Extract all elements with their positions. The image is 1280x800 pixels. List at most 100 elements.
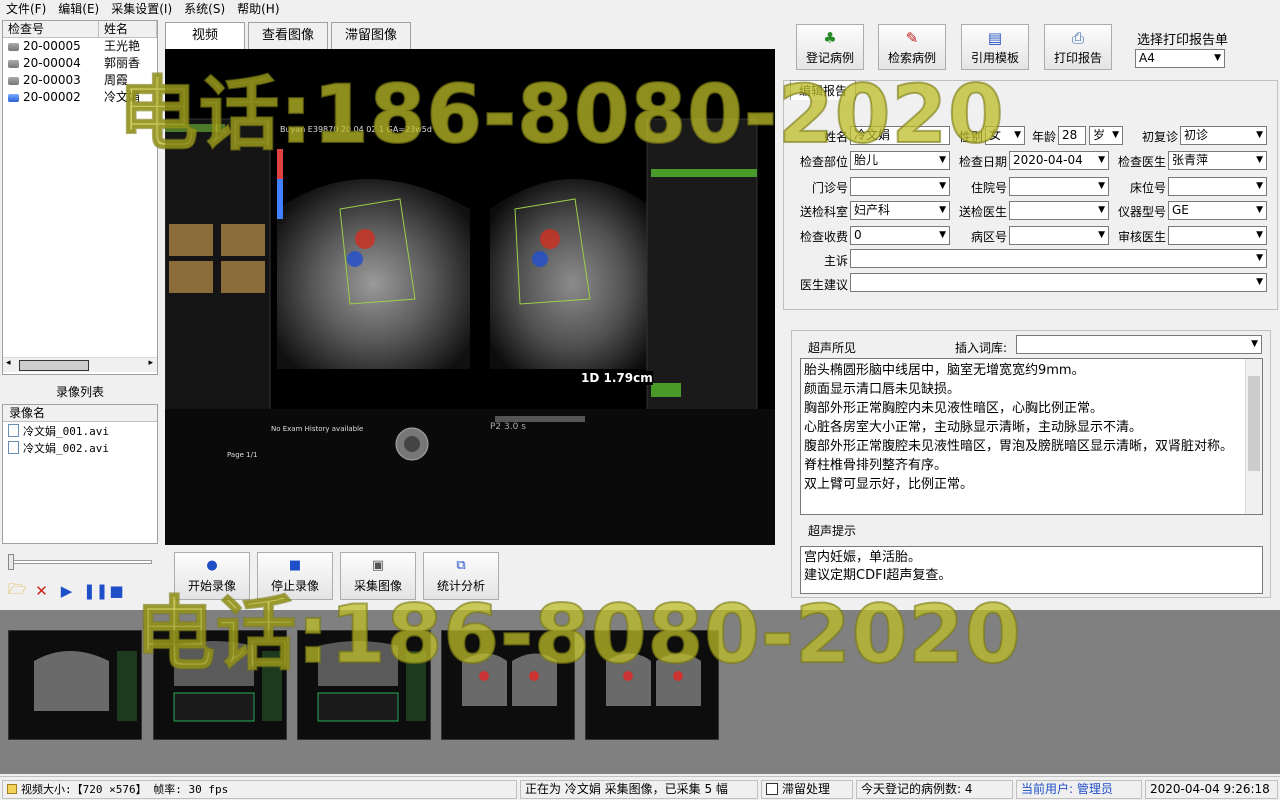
patient-row-selected[interactable]: 20-00002 冷文娟 — [3, 89, 157, 106]
chevron-down-icon: ▼ — [1098, 155, 1105, 165]
apply-template-button[interactable]: ▤ 引用模板 — [961, 24, 1029, 70]
statistics-button[interactable]: ⧉ 统计分析 — [423, 552, 499, 600]
stop-icon[interactable]: ■ — [108, 582, 125, 600]
insert-phrase-select[interactable]: ▼ — [1016, 335, 1262, 354]
patient-id: 20-00005 — [23, 39, 81, 53]
findings-scrollbar[interactable] — [1245, 359, 1262, 514]
statistics-label: 统计分析 — [436, 579, 485, 593]
play-icon[interactable]: ▶ — [58, 582, 75, 600]
patient-row[interactable]: 20-00003 周霞 — [3, 72, 157, 89]
delete-icon[interactable]: ✕ — [33, 582, 50, 600]
scroll-thumb[interactable] — [1248, 376, 1260, 471]
recording-list: 录像名 冷文娟_001.avi 冷文娟_002.avi — [2, 404, 158, 544]
stop-recording-button[interactable]: ■ 停止录像 — [257, 552, 333, 600]
scroll-thumb[interactable] — [19, 360, 89, 371]
menu-help[interactable]: 帮助(H) — [231, 0, 285, 17]
exam-doctor-select[interactable]: 张青萍 ▼ — [1168, 151, 1267, 170]
patient-row[interactable]: 20-00005 王光艳 — [3, 38, 157, 55]
playback-slider[interactable] — [8, 552, 152, 570]
gender-select[interactable]: 女 ▼ — [985, 126, 1025, 145]
age-unit-select[interactable]: 岁 ▼ — [1089, 126, 1123, 145]
start-recording-button[interactable]: ● 开始录像 — [174, 552, 250, 600]
visit-type-select[interactable]: 初诊 ▼ — [1180, 126, 1267, 145]
record-icon — [8, 76, 19, 85]
recording-list-header[interactable]: 录像名 — [3, 405, 157, 422]
slider-track — [8, 560, 152, 564]
diagnosis-hint-label: 超声提示 — [808, 524, 857, 538]
exam-history-note: No Exam History available — [271, 425, 364, 433]
file-icon — [8, 424, 19, 437]
ultrasound-frame: P2 3.0 s — [165, 49, 775, 545]
chevron-down-icon: ▼ — [1256, 253, 1263, 263]
fee-select[interactable]: 0 ▼ — [850, 226, 950, 245]
search-case-button[interactable]: ✎ 检索病例 — [878, 24, 946, 70]
diagnosis-hint-textarea[interactable]: 宫内妊娠，单活胎。 建议定期CDFI超声复查。 — [800, 546, 1263, 594]
chevron-down-icon: ▼ — [1256, 205, 1263, 215]
name-field[interactable]: 冷文娟 — [850, 126, 950, 145]
tab-edit-report[interactable]: 编辑报告 — [790, 80, 856, 100]
captured-thumbnail[interactable] — [585, 630, 719, 740]
print-report-button[interactable]: ⎙ 打印报告 — [1044, 24, 1112, 70]
menu-capture-settings[interactable]: 采集设置(I) — [105, 0, 178, 17]
captured-thumbnail[interactable] — [441, 630, 575, 740]
advice-select[interactable]: ▼ — [850, 273, 1267, 292]
captured-thumbnail[interactable] — [8, 630, 142, 740]
menu-file[interactable]: 文件(F) — [0, 0, 52, 17]
patient-row[interactable]: 20-00004 郭丽香 — [3, 55, 157, 72]
referring-doctor-label: 送检医生 — [958, 205, 1007, 219]
view-tabs: 视频 查看图像 滞留图像 — [165, 22, 414, 50]
exam-date-label: 检查日期 — [958, 155, 1007, 169]
scroll-right-icon[interactable]: ▸ — [148, 358, 153, 368]
recording-item[interactable]: 冷文娟_001.avi — [3, 422, 157, 439]
stop-square-icon: ■ — [288, 558, 302, 573]
ward-label: 病区号 — [970, 230, 1007, 244]
slider-knob[interactable] — [8, 554, 14, 570]
pause-icon[interactable]: ❚❚ — [83, 582, 108, 600]
captured-thumbnail[interactable] — [297, 630, 431, 740]
referring-doctor-select[interactable]: ▼ — [1009, 201, 1109, 220]
captured-thumbnail[interactable] — [153, 630, 287, 740]
outpatient-select[interactable]: ▼ — [850, 177, 950, 196]
status-video-info: 视频大小:【720 ×576】 帧率: 30 fps — [2, 780, 517, 799]
exam-date-picker[interactable]: 2020-04-04 ▼ — [1009, 151, 1109, 170]
ultrasound-video[interactable]: P2 3.0 s Buyan E39870 20 04 02 1 GA=23w5… — [165, 49, 775, 545]
device-select[interactable]: GE ▼ — [1168, 201, 1267, 220]
scroll-left-icon[interactable]: ◂ — [6, 358, 11, 368]
tab-retained-images[interactable]: 滞留图像 — [331, 22, 411, 50]
chevron-down-icon: ▼ — [939, 181, 946, 191]
age-unit-value: 岁 — [1093, 128, 1106, 142]
retain-checkbox-container[interactable]: 滞留处理 — [761, 780, 853, 799]
ward-select[interactable]: ▼ — [1009, 226, 1109, 245]
device-value: GE — [1172, 203, 1189, 217]
chevron-down-icon: ▼ — [1098, 230, 1105, 240]
patient-list-hscrollbar[interactable]: ◂ ▸ — [3, 357, 157, 372]
findings-textarea[interactable]: 胎头椭圆形脑中线居中，脑室无增宽宽约9mm。 颜面显示清口唇未见缺损。 胸部外形… — [800, 358, 1263, 515]
exam-part-select[interactable]: 胎儿 ▼ — [850, 151, 950, 170]
dept-select[interactable]: 妇产科 ▼ — [850, 201, 950, 220]
capture-image-button[interactable]: ▣ 采集图像 — [340, 552, 416, 600]
print-template-select[interactable]: A4 ▼ — [1135, 49, 1225, 68]
register-case-button[interactable]: ♣ 登记病例 — [796, 24, 864, 70]
tab-view-images[interactable]: 查看图像 — [248, 22, 328, 50]
recording-item[interactable]: 冷文娟_002.avi — [3, 439, 157, 456]
record-icon — [8, 59, 19, 68]
menu-edit[interactable]: 编辑(E) — [52, 0, 105, 17]
reviewer-select[interactable]: ▼ — [1168, 226, 1267, 245]
recording-name: 冷文娟_002.avi — [23, 441, 109, 455]
tab-video[interactable]: 视频 — [165, 22, 245, 50]
chevron-down-icon: ▼ — [1112, 130, 1119, 140]
status-today-count: 今天登记的病例数: 4 — [856, 780, 1013, 799]
complaint-select[interactable]: ▼ — [850, 249, 1267, 268]
column-exam-id[interactable]: 检查号 — [3, 21, 99, 37]
inpatient-select[interactable]: ▼ — [1009, 177, 1109, 196]
file-icon — [8, 441, 19, 454]
chevron-down-icon: ▼ — [1256, 155, 1263, 165]
open-folder-icon[interactable]: 🗁 — [8, 579, 27, 604]
column-name[interactable]: 姓名 — [99, 21, 157, 37]
age-label: 年龄 — [1031, 130, 1056, 144]
chevron-down-icon: ▼ — [1256, 181, 1263, 191]
age-field[interactable]: 28 — [1058, 126, 1086, 145]
bed-select[interactable]: ▼ — [1168, 177, 1267, 196]
menu-system[interactable]: 系统(S) — [178, 0, 231, 17]
retain-checkbox[interactable] — [766, 783, 778, 795]
